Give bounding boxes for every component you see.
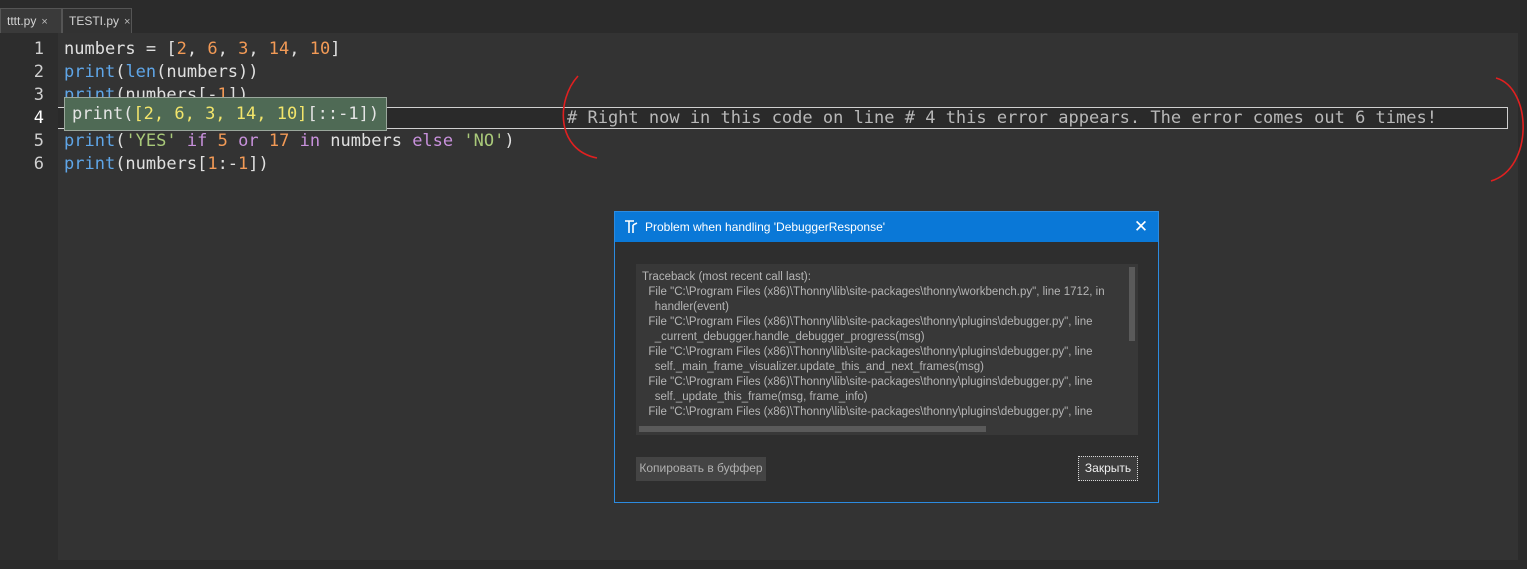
close-icon[interactable]: ✕ — [1130, 216, 1152, 238]
copy-to-clipboard-button[interactable]: Копировать в буффер — [636, 457, 766, 481]
dialog-title-bar[interactable]: Problem when handling 'DebuggerResponse'… — [615, 212, 1158, 242]
traceback-horizontal-scrollbar[interactable] — [639, 426, 986, 432]
red-bracket-left — [562, 75, 598, 159]
thonny-logo-icon — [625, 220, 638, 233]
traceback-vertical-scrollbar[interactable] — [1129, 267, 1135, 341]
error-dialog: Problem when handling 'DebuggerResponse'… — [614, 211, 1159, 503]
close-button[interactable]: Закрыть — [1078, 456, 1138, 481]
traceback-text-area[interactable]: Traceback (most recent call last): File … — [636, 264, 1138, 435]
red-bracket-right — [1490, 77, 1524, 182]
dialog-title: Problem when handling 'DebuggerResponse' — [645, 220, 886, 234]
traceback-text: Traceback (most recent call last): File … — [642, 271, 1105, 418]
